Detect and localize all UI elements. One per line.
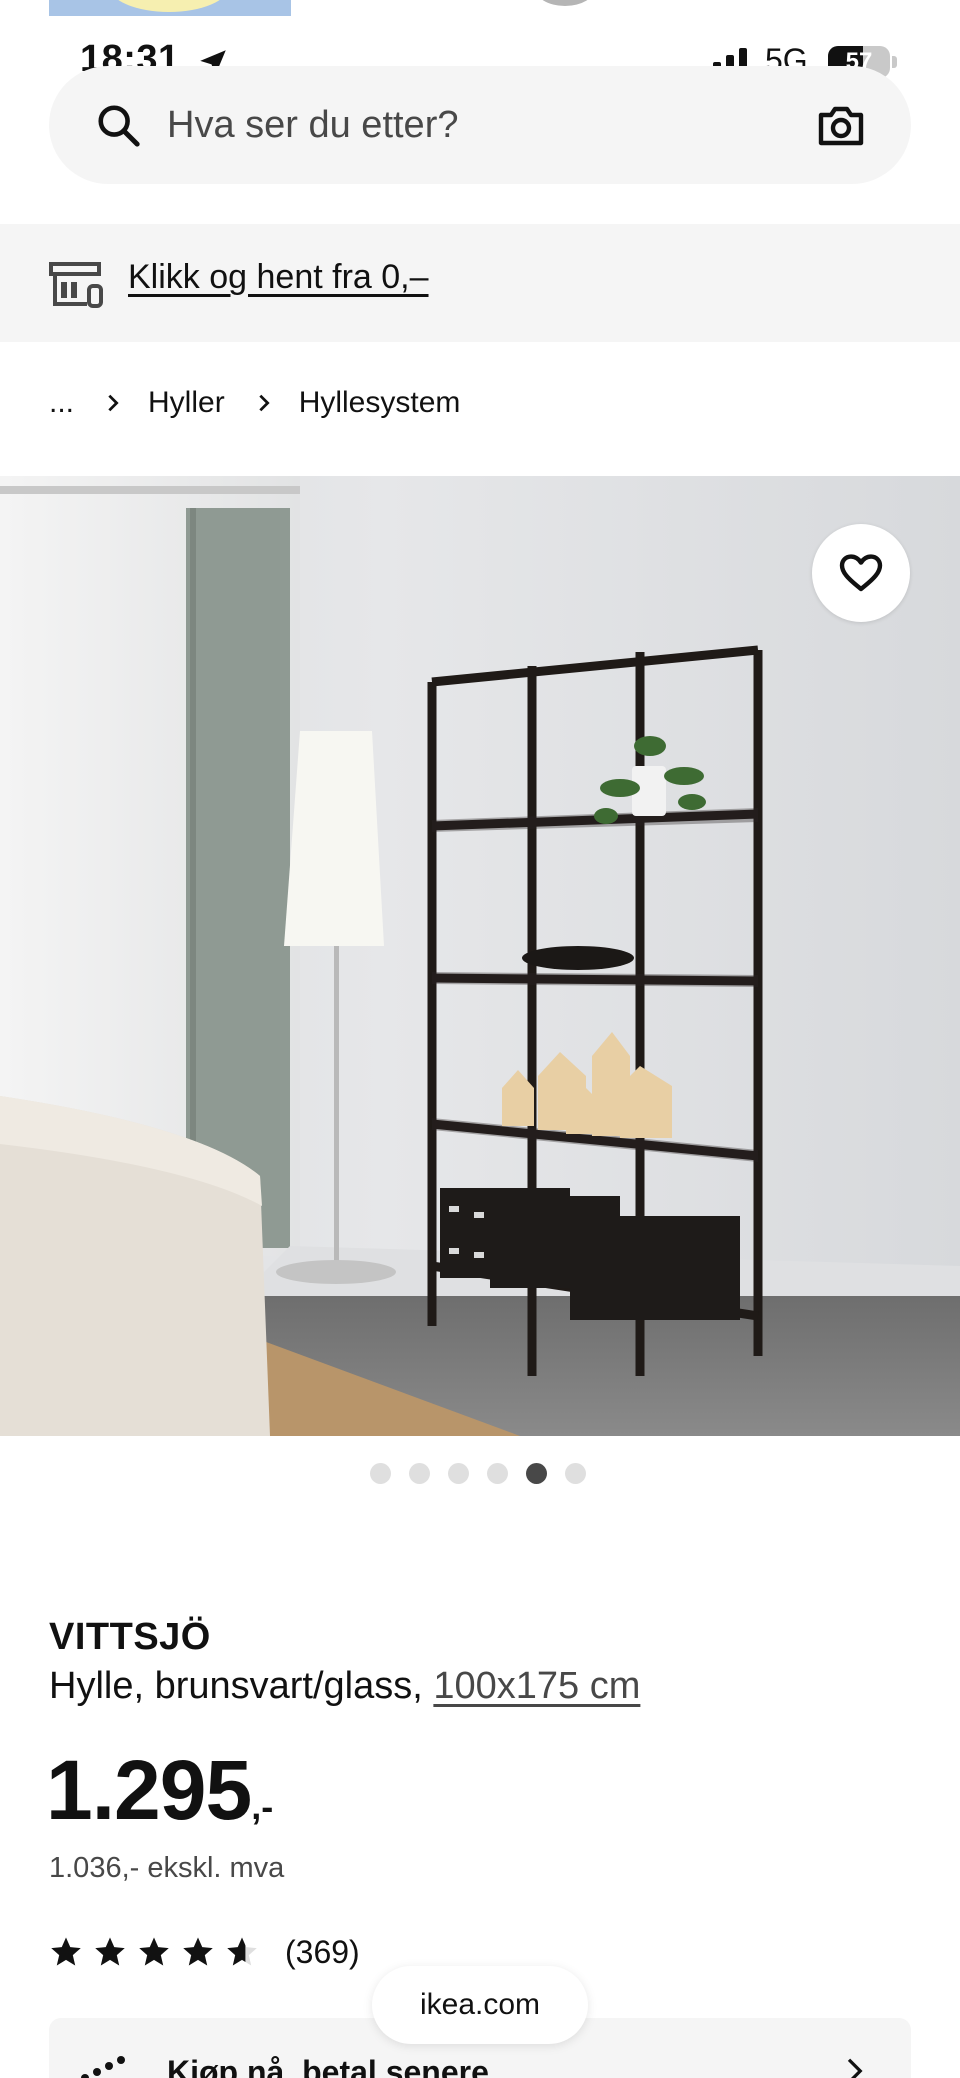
star-icon: [51, 1937, 81, 1966]
carousel-dot[interactable]: [487, 1463, 508, 1484]
product-description: Hylle, brunsvart/glass, 100x175 cm: [49, 1665, 640, 1708]
search-icon: [98, 105, 140, 147]
chevron-right-icon: [259, 394, 270, 412]
search-bar[interactable]: [49, 66, 911, 184]
carousel-dot[interactable]: [565, 1463, 586, 1484]
carousel-dot[interactable]: [526, 1463, 547, 1484]
browser-domain-pill[interactable]: ikea.com: [372, 1966, 588, 2044]
product-photo-illustration: [0, 476, 960, 1436]
click-collect-link[interactable]: Klikk og hent fra 0,–: [128, 258, 429, 297]
product-name: VITTSJÖ: [49, 1616, 211, 1658]
carousel-indicator: [370, 1463, 586, 1485]
chevron-right-icon: [108, 394, 119, 412]
app-switcher-thumbnail: [49, 0, 291, 16]
app-switcher-indicator: [535, 0, 595, 6]
price-suffix: ,-: [251, 1786, 274, 1827]
breadcrumb: ... Hyller Hyllesystem: [49, 378, 460, 428]
payment-icon: [81, 2056, 125, 2078]
search-input[interactable]: [167, 96, 807, 154]
carousel-dot[interactable]: [409, 1463, 430, 1484]
breadcrumb-ellipsis[interactable]: ...: [49, 386, 74, 420]
breadcrumb-item-hyllesystem[interactable]: Hyllesystem: [299, 386, 461, 420]
star-icon: [139, 1937, 169, 1966]
carousel-dot[interactable]: [448, 1463, 469, 1484]
carousel-dot[interactable]: [370, 1463, 391, 1484]
price-main: 1.295: [46, 1743, 252, 1837]
star-icon: [183, 1937, 213, 1966]
product-size-link[interactable]: 100x175 cm: [433, 1665, 640, 1707]
favorite-button[interactable]: [812, 524, 910, 622]
chevron-right-icon: [847, 2058, 863, 2078]
klarna-label: Kjøp nå, betal senere: [167, 2054, 489, 2078]
store-pickup-icon: [49, 262, 103, 308]
battery-tip: [892, 56, 897, 68]
camera-icon[interactable]: [817, 102, 865, 148]
star-icon: [95, 1937, 125, 1966]
heart-icon: [839, 554, 883, 592]
product-rating[interactable]: (369): [49, 1930, 360, 1974]
product-price: 1.295,-: [46, 1748, 273, 1832]
star-icon: [227, 1937, 257, 1966]
breadcrumb-item-hyller[interactable]: Hyller: [148, 386, 225, 420]
click-collect-banner: Klikk og hent fra 0,–: [0, 224, 960, 342]
product-type: Hylle, brunsvart/glass,: [49, 1665, 434, 1707]
rating-count: (369): [285, 1933, 360, 1970]
product-image[interactable]: [0, 476, 960, 1436]
price-ex-vat: 1.036,- ekskl. mva: [49, 1852, 285, 1884]
